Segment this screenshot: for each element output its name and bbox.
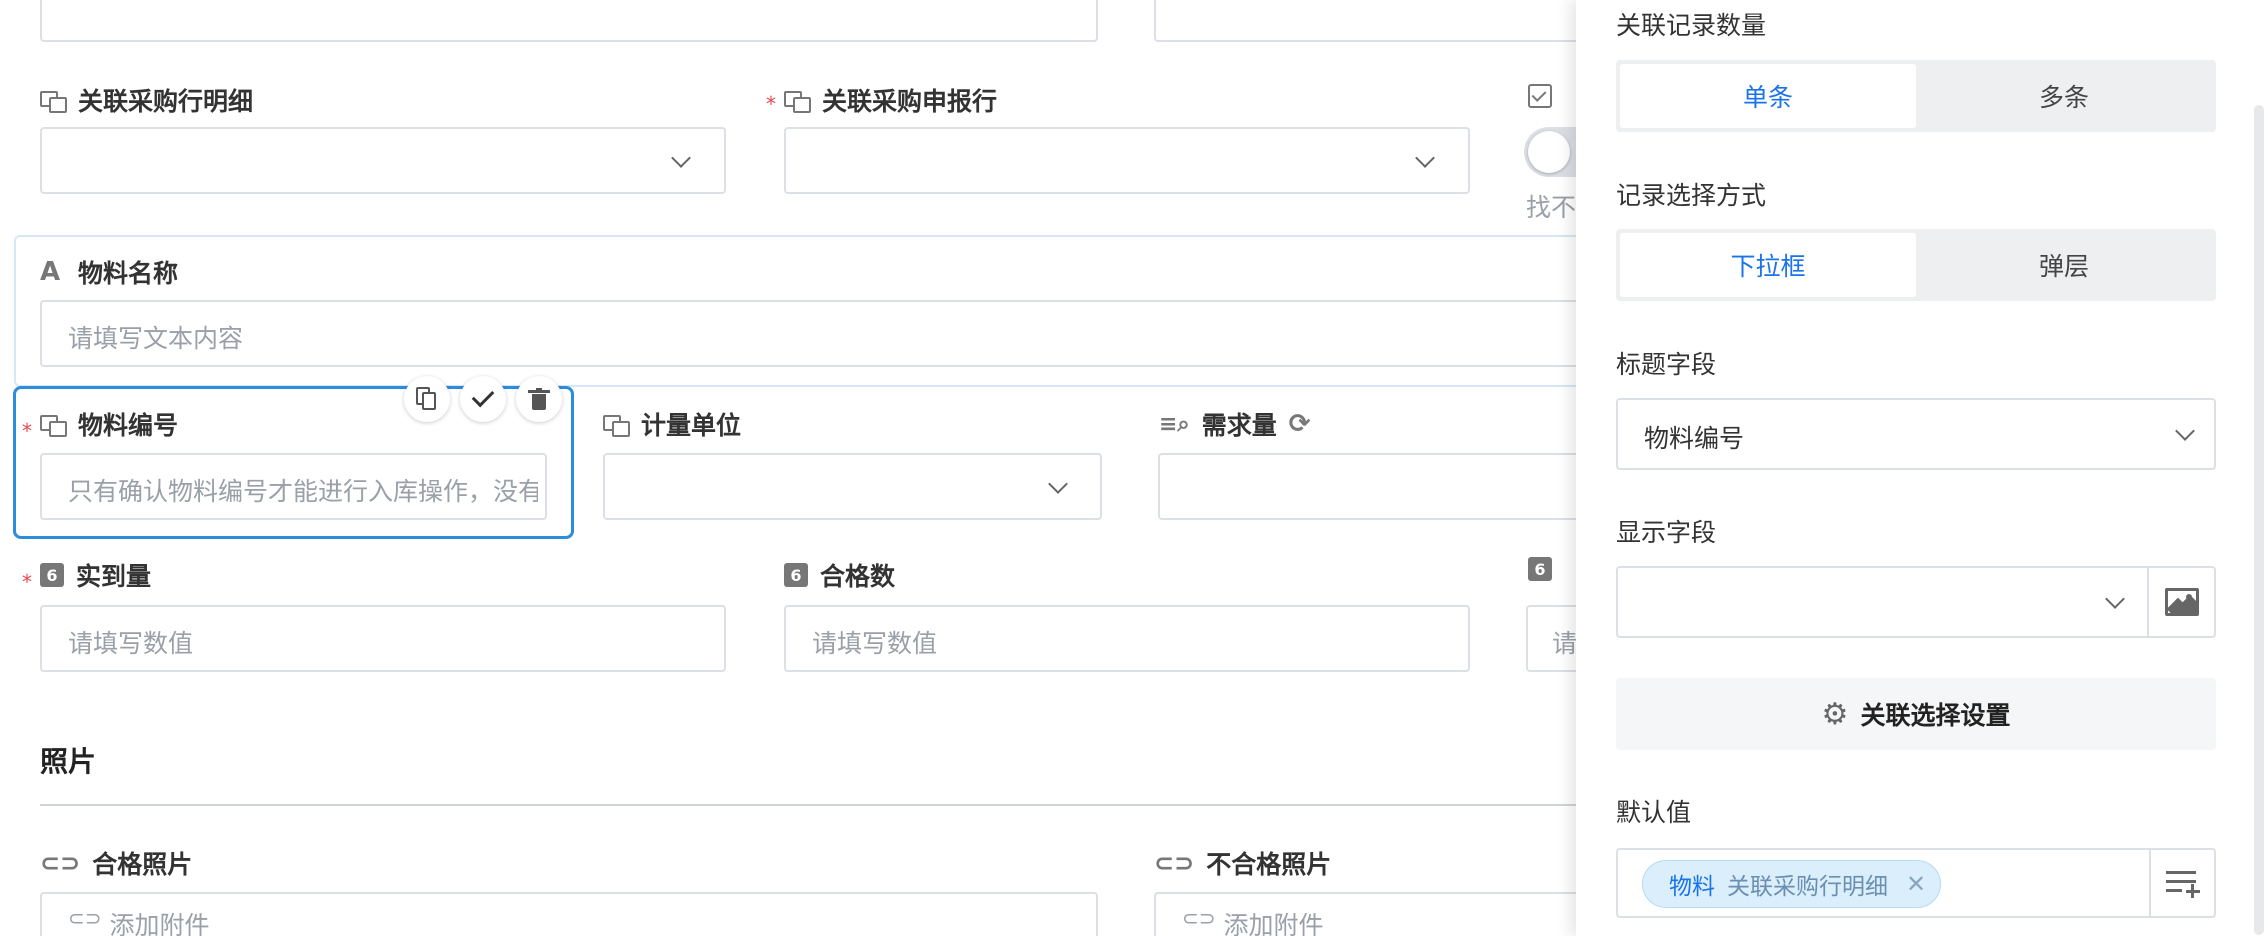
required-mark: *	[22, 570, 32, 594]
default-value-input[interactable]: 物料 关联采购行明细 ✕	[1616, 848, 2151, 918]
link-icon	[784, 89, 811, 113]
top-input-left[interactable]	[40, 0, 1098, 42]
partial-hint-text: 找不	[1526, 193, 1577, 222]
field-toolbar	[404, 376, 562, 422]
display-field-select[interactable]	[1616, 566, 2149, 638]
paperclip-icon: ⊂⊃	[40, 849, 81, 877]
paperclip-icon: ⊂⊃	[68, 906, 102, 930]
text-field-icon: A	[40, 257, 61, 287]
default-value-title: 默认值	[1616, 798, 1692, 827]
link-icon	[40, 89, 67, 113]
material-name-input[interactable]: 请填写文本内容	[40, 300, 1600, 367]
field-label-qualified: 6 合格数	[784, 557, 895, 593]
record-count-title: 关联记录数量	[1616, 11, 1767, 40]
number-icon: 6	[784, 563, 808, 587]
check-icon	[471, 384, 495, 408]
chevron-down-icon	[671, 148, 691, 168]
tag-main: 物料	[1669, 874, 1715, 900]
link-icon	[603, 413, 630, 437]
image-icon	[2164, 588, 2199, 616]
demand-input[interactable]	[1158, 453, 1588, 520]
field-label-material-code: 物料编号	[40, 406, 178, 442]
title-field-title: 标题字段	[1616, 350, 1717, 379]
field-label-actual: 6 实到量	[40, 557, 151, 593]
record-count-segmented: 单条 多条	[1616, 60, 2216, 132]
record-count-multiple[interactable]: 多条	[1916, 64, 2212, 128]
chevron-down-icon	[1048, 474, 1068, 494]
qualified-photo-upload[interactable]: ⊂⊃ 添加附件	[40, 892, 1098, 936]
field-label-purchase-apply: 关联采购申报行	[784, 82, 997, 118]
material-name-placeholder: 请填写文本内容	[68, 324, 244, 353]
actual-input[interactable]: 请填写数值	[40, 605, 726, 672]
relation-settings-label: 关联选择设置	[1860, 701, 2011, 730]
record-count-single[interactable]: 单条	[1620, 64, 1916, 128]
chevron-down-icon	[1415, 148, 1435, 168]
section-divider	[40, 804, 1580, 806]
panel-scrollbar[interactable]	[2254, 105, 2264, 935]
material-code-placeholder: 只有确认物料编号才能进行入库操作，没有	[68, 477, 538, 506]
trash-icon	[528, 388, 550, 410]
relation-settings-button[interactable]: ⚙ 关联选择设置	[1616, 678, 2216, 750]
copy-button[interactable]	[404, 376, 450, 422]
purchase-detail-select[interactable]	[40, 127, 726, 194]
add-list-icon	[2165, 871, 2200, 898]
title-field-value: 物料编号	[1644, 424, 1745, 453]
tag-sub: 关联采购行明细	[1727, 874, 1888, 900]
toggle-switch[interactable]	[1524, 127, 1584, 177]
qualified-input[interactable]: 请填写数值	[784, 605, 1470, 672]
field-settings-panel: 关联记录数量 单条 多条 记录选择方式 下拉框 弹层 标题字段 物料编号 显示字…	[1576, 0, 2268, 936]
display-field-image-button[interactable]	[2147, 566, 2216, 638]
default-value-tag[interactable]: 物料 关联采购行明细 ✕	[1642, 860, 1942, 908]
select-mode-popup[interactable]: 弹层	[1916, 233, 2212, 297]
field-label-demand: ≡⌕ 需求量 ⟳	[1159, 409, 1311, 440]
field-label-unqualified-photo: ⊂⊃ 不合格照片	[1154, 849, 1332, 879]
unqualified-photo-upload[interactable]: ⊂⊃ 添加附件	[1154, 892, 1584, 936]
chevron-down-icon	[2175, 421, 2195, 441]
number-icon: 6	[40, 563, 64, 587]
field-label-unit: 计量单位	[603, 406, 741, 442]
field-label-purchase-detail: 关联采购行明细	[40, 82, 253, 118]
select-mode-dropdown[interactable]: 下拉框	[1620, 233, 1916, 297]
chevron-down-icon	[2105, 589, 2125, 609]
third-number-placeholder: 请	[1552, 629, 1578, 658]
field-label-third-number: 6	[1528, 557, 1552, 581]
required-mark: *	[22, 419, 32, 443]
number-icon: 6	[1528, 557, 1552, 581]
unit-select[interactable]	[603, 453, 1102, 520]
link-icon	[40, 413, 67, 437]
paperclip-icon: ⊂⊃	[1182, 906, 1216, 930]
select-mode-title: 记录选择方式	[1616, 181, 1767, 210]
field-label-qualified-photo: ⊂⊃ 合格照片	[40, 849, 193, 879]
section-title-photo: 照片	[40, 745, 97, 778]
title-field-select[interactable]: 物料编号	[1616, 398, 2216, 470]
field-label-material-name: A 物料名称	[40, 257, 179, 288]
unqualified-photo-placeholder: ⊂⊃ 添加附件	[1182, 906, 1324, 936]
close-icon[interactable]: ✕	[1906, 870, 1926, 898]
refresh-icon[interactable]: ⟳	[1289, 409, 1311, 439]
confirm-button[interactable]	[460, 376, 506, 422]
required-mark: *	[766, 92, 776, 116]
select-mode-segmented: 下拉框 弹层	[1616, 229, 2216, 301]
paperclip-icon: ⊂⊃	[1154, 849, 1195, 877]
default-value-formula-button[interactable]	[2149, 848, 2216, 918]
actual-placeholder: 请填写数值	[68, 629, 194, 658]
gear-icon: ⚙	[1821, 696, 1849, 732]
qualified-placeholder: 请填写数值	[812, 629, 938, 658]
checkbox-icon	[1528, 84, 1552, 108]
qualified-photo-placeholder: ⊂⊃ 添加附件	[68, 906, 210, 936]
top-input-right[interactable]	[1154, 0, 1584, 42]
material-code-input[interactable]: 只有确认物料编号才能进行入库操作，没有	[40, 453, 547, 520]
lookup-icon: ≡⌕	[1159, 411, 1190, 437]
purchase-apply-select[interactable]	[784, 127, 1470, 194]
display-field-title: 显示字段	[1616, 518, 1717, 547]
delete-button[interactable]	[516, 376, 562, 422]
copy-icon	[416, 387, 438, 411]
